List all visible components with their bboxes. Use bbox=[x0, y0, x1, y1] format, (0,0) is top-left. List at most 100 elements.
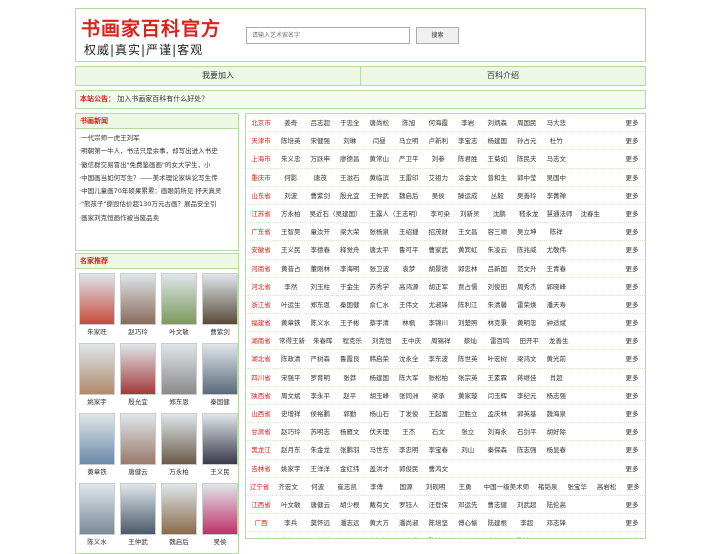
artist-link[interactable]: 陈民夫 bbox=[512, 150, 542, 167]
artist-link[interactable]: 杨显春 bbox=[542, 441, 572, 458]
artist-link[interactable]: 蒋继佳 bbox=[512, 369, 542, 386]
artist-link[interactable]: 陈清平 bbox=[512, 532, 542, 538]
artist-link[interactable]: 宋强平 bbox=[276, 369, 306, 386]
artist-link[interactable]: 王义民 bbox=[276, 241, 306, 258]
artist-link[interactable]: 李东波 bbox=[424, 350, 454, 367]
more-link[interactable]: 更多 bbox=[619, 332, 645, 349]
more-link[interactable]: 更多 bbox=[619, 150, 645, 167]
person-photo[interactable] bbox=[161, 273, 197, 325]
artist-link[interactable]: 蔡宇清 bbox=[365, 314, 395, 331]
artist-link[interactable]: 王绍捷 bbox=[394, 223, 424, 240]
artist-link[interactable]: 周秀杰 bbox=[512, 278, 542, 295]
person-name[interactable]: 王仲武 bbox=[118, 535, 158, 549]
artist-link[interactable]: 曹志健 bbox=[483, 496, 513, 513]
artist-link[interactable]: 卫胜立 bbox=[453, 405, 483, 422]
artist-link[interactable]: 刘砚明 bbox=[421, 478, 451, 495]
notice-link[interactable]: 加入书画家百科有什么好处？ bbox=[117, 95, 208, 103]
artist-link[interactable]: 刘克恒 bbox=[367, 332, 397, 349]
artist-link[interactable]: 王洋洋 bbox=[306, 460, 336, 477]
person-name[interactable]: 黄章铁 bbox=[77, 465, 117, 479]
news-item[interactable]: ·徽信群交易冒出"免费鉴画画"的女大学生，小 bbox=[79, 159, 235, 172]
more-link[interactable]: 更多 bbox=[619, 369, 645, 386]
person-photo[interactable] bbox=[202, 413, 238, 465]
artist-link[interactable]: 陈政清 bbox=[276, 350, 306, 367]
person-photo[interactable] bbox=[161, 483, 197, 535]
artist-link[interactable]: 王起富 bbox=[424, 405, 454, 422]
region-name[interactable]: 广东省 bbox=[246, 223, 276, 240]
artist-link[interactable]: 李宝志 bbox=[453, 132, 483, 149]
recommend-person[interactable]: 曹紫剑 bbox=[200, 273, 240, 343]
person-photo[interactable] bbox=[79, 273, 115, 325]
artist-link[interactable]: 罗育明 bbox=[306, 369, 336, 386]
artist-link[interactable]: 石剑平 bbox=[512, 423, 542, 440]
more-link[interactable]: 更多 bbox=[619, 514, 645, 531]
artist-link[interactable]: 王中学 bbox=[394, 532, 424, 538]
more-link[interactable]: 更多 bbox=[619, 496, 645, 513]
region-name[interactable]: 重庆市 bbox=[246, 169, 276, 186]
more-link[interactable]: 更多 bbox=[619, 314, 645, 331]
artist-link[interactable]: 丁发俊 bbox=[394, 405, 424, 422]
more-link[interactable]: 更多 bbox=[619, 405, 645, 422]
artist-link[interactable]: 黄大方 bbox=[365, 514, 395, 531]
artist-link[interactable]: 曹紫剑 bbox=[306, 187, 336, 204]
artist-link[interactable]: 潘志远 bbox=[335, 514, 365, 531]
artist-link[interactable]: 黄临滨 bbox=[365, 169, 395, 186]
artist-link[interactable]: 汪登保 bbox=[424, 496, 454, 513]
more-link[interactable]: 更多 bbox=[619, 532, 645, 538]
more-link[interactable]: 更多 bbox=[619, 350, 645, 367]
more-link[interactable]: 更多 bbox=[621, 478, 645, 495]
more-link[interactable]: 更多 bbox=[619, 241, 645, 258]
artist-link[interactable]: 吴国中 bbox=[542, 169, 572, 186]
artist-link[interactable]: 王杰 bbox=[394, 423, 424, 440]
recommend-person[interactable]: 魏启后 bbox=[159, 483, 199, 553]
person-photo[interactable] bbox=[202, 273, 238, 325]
artist-link[interactable]: 杨山石 bbox=[365, 405, 395, 422]
artist-link[interactable]: 魏启后 bbox=[394, 187, 424, 204]
artist-link[interactable]: 罗钰人 bbox=[394, 496, 424, 513]
artist-link[interactable]: 严卫平 bbox=[394, 150, 424, 167]
artist-link[interactable]: 赵诗君 bbox=[453, 532, 483, 538]
news-item[interactable]: ·画家刘克恒画作被当废品卖 bbox=[79, 212, 235, 225]
artist-link[interactable]: 梁鸿文 bbox=[512, 350, 542, 367]
news-item[interactable]: ·明朝第一牛人，书法只是余事，却写出进入书史 bbox=[79, 145, 235, 158]
artist-link[interactable]: 沈永全 bbox=[394, 350, 424, 367]
artist-link[interactable]: 郭俊民 bbox=[394, 460, 424, 477]
site-logo-title[interactable]: 书画家百科官方 bbox=[81, 14, 221, 41]
person-name[interactable]: 魏启后 bbox=[159, 535, 199, 549]
artist-link[interactable]: 吴立坤 bbox=[512, 223, 542, 240]
artist-link[interactable]: 王露人（王志明） bbox=[366, 205, 426, 222]
artist-link[interactable]: 邓运先 bbox=[453, 496, 483, 513]
artist-link[interactable]: 梁大荣 bbox=[335, 223, 365, 240]
artist-link[interactable]: 张运达 bbox=[335, 532, 365, 538]
artist-link[interactable]: 王智昊 bbox=[276, 223, 306, 240]
nav-intro[interactable]: 百科介绍 bbox=[361, 67, 645, 85]
region-name[interactable]: 浙江省 bbox=[246, 296, 276, 313]
artist-link[interactable]: 何知知 bbox=[365, 532, 395, 538]
artist-link[interactable]: 杨雁文 bbox=[335, 423, 365, 440]
artist-link[interactable]: 严树森 bbox=[306, 350, 336, 367]
region-name[interactable]: 河北省 bbox=[246, 278, 276, 295]
artist-link[interactable]: 释觉舟 bbox=[335, 241, 365, 258]
artist-link[interactable]: 高岩松 bbox=[592, 478, 622, 495]
artist-link[interactable]: 郭中莹 bbox=[512, 169, 542, 186]
artist-link[interactable]: 齐宏文 bbox=[273, 478, 303, 495]
artist-link[interactable]: 慧通法师 bbox=[544, 205, 576, 222]
artist-link[interactable]: 王滋石 bbox=[335, 169, 365, 186]
region-name[interactable]: 山西省 bbox=[246, 405, 276, 422]
region-name[interactable]: 云南省 bbox=[246, 532, 276, 538]
artist-link[interactable]: 卢新利 bbox=[424, 132, 454, 149]
artist-link[interactable]: 傅心愉 bbox=[453, 514, 483, 531]
artist-link[interactable]: 郑东恩 bbox=[306, 296, 336, 313]
artist-link[interactable]: 阎东赫 bbox=[306, 532, 336, 538]
artist-link[interactable]: 李菁禅 bbox=[542, 187, 572, 204]
artist-link[interactable]: 唐健云 bbox=[306, 496, 336, 513]
person-name[interactable]: 朱家旺 bbox=[77, 325, 117, 339]
artist-link[interactable]: 田开平 bbox=[515, 332, 545, 349]
region-name[interactable]: 陕西省 bbox=[246, 387, 276, 404]
artist-link[interactable]: 张立 bbox=[453, 423, 483, 440]
person-photo[interactable] bbox=[161, 343, 197, 395]
person-photo[interactable] bbox=[79, 483, 115, 535]
artist-link[interactable]: 俞仁水 bbox=[365, 296, 395, 313]
artist-link[interactable]: 张莽 bbox=[335, 369, 365, 386]
artist-link[interactable]: 肖超 bbox=[542, 369, 572, 386]
